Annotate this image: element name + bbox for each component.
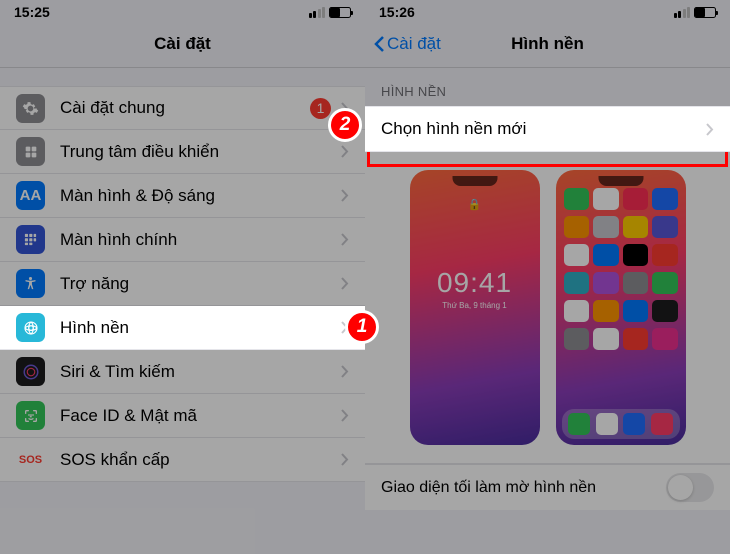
nav-bar: Cài đặt Hình nền — [365, 20, 730, 68]
dark-dim-toggle[interactable] — [666, 473, 714, 502]
chevron-left-icon — [373, 35, 385, 53]
cell-label: Chọn hình nền mới — [381, 119, 706, 139]
wallpaper-preview-area: 🔒 09:41 Thứ Ba, 9 tháng 1 — [365, 152, 730, 464]
cell-dark-dim: Giao diện tối làm mờ hình nền — [365, 464, 730, 510]
cell-label: Trợ năng — [60, 274, 341, 294]
settings-root-screen: 15:25 Cài đặt Cài đặt chung 1 Trung tâm … — [0, 0, 365, 554]
battery-icon — [694, 7, 716, 18]
lock-preview-time: 09:41 Thứ Ba, 9 tháng 1 — [410, 267, 540, 310]
cell-label: Giao diện tối làm mờ hình nền — [381, 479, 666, 497]
cell-label: Cài đặt chung — [60, 98, 310, 118]
gear-icon — [16, 94, 45, 123]
wallpaper-settings-screen: 15:26 Cài đặt Hình nền HÌNH NỀN Chọn hìn… — [365, 0, 730, 554]
chevron-right-icon — [341, 233, 349, 246]
cell-label: SOS khẩn cấp — [60, 450, 341, 470]
chevron-right-icon — [341, 365, 349, 378]
cell-display[interactable]: AA Màn hình & Độ sáng — [0, 174, 365, 218]
sliders-icon — [16, 137, 45, 166]
accessibility-icon — [16, 269, 45, 298]
cell-choose-wallpaper[interactable]: Chọn hình nền mới — [365, 106, 730, 152]
home-grid-icon — [16, 225, 45, 254]
chevron-right-icon — [341, 189, 349, 202]
cell-label: Hình nền — [60, 318, 341, 338]
page-title: Hình nền — [511, 34, 584, 54]
signal-icon — [309, 7, 326, 18]
faceid-icon — [16, 401, 45, 430]
nav-bar: Cài đặt — [0, 20, 365, 68]
chevron-right-icon — [341, 409, 349, 422]
home-screen-preview[interactable] — [556, 170, 686, 445]
lock-screen-preview[interactable]: 🔒 09:41 Thứ Ba, 9 tháng 1 — [410, 170, 540, 445]
cell-label: Face ID & Mật mã — [60, 406, 341, 426]
siri-icon — [16, 357, 45, 386]
status-bar: 15:26 — [365, 0, 730, 20]
status-indicators — [674, 7, 717, 18]
chevron-right-icon — [341, 453, 349, 466]
lock-icon: 🔒 — [410, 198, 540, 211]
display-icon: AA — [16, 181, 45, 210]
cell-label: Màn hình chính — [60, 230, 341, 250]
chevron-right-icon — [341, 145, 349, 158]
back-button[interactable]: Cài đặt — [373, 34, 441, 54]
cell-label: Màn hình & Độ sáng — [60, 186, 341, 206]
cell-accessibility[interactable]: Trợ năng — [0, 262, 365, 306]
step-marker-1: 1 — [345, 310, 379, 344]
chevron-right-icon — [341, 277, 349, 290]
wallpaper-icon — [16, 313, 45, 342]
back-label: Cài đặt — [387, 34, 441, 54]
cell-label: Trung tâm điều khiển — [60, 142, 341, 162]
chevron-right-icon — [706, 123, 714, 136]
status-time: 15:26 — [379, 4, 415, 20]
notification-badge: 1 — [310, 98, 331, 119]
cell-general[interactable]: Cài đặt chung 1 — [0, 86, 365, 130]
section-header: HÌNH NỀN — [365, 68, 730, 106]
sos-icon: SOS — [16, 445, 45, 474]
battery-icon — [329, 7, 351, 18]
status-indicators — [309, 7, 352, 18]
signal-icon — [674, 7, 691, 18]
cell-label: Siri & Tìm kiếm — [60, 362, 341, 382]
cell-control-center[interactable]: Trung tâm điều khiển — [0, 130, 365, 174]
cell-wallpaper[interactable]: Hình nền — [0, 306, 365, 350]
page-title: Cài đặt — [154, 34, 211, 54]
cell-sos[interactable]: SOS SOS khẩn cấp — [0, 438, 365, 482]
status-time: 15:25 — [14, 4, 50, 20]
cell-home-screen[interactable]: Màn hình chính — [0, 218, 365, 262]
cell-siri[interactable]: Siri & Tìm kiếm — [0, 350, 365, 394]
step-marker-2: 2 — [328, 108, 362, 142]
status-bar: 15:25 — [0, 0, 365, 20]
cell-faceid[interactable]: Face ID & Mật mã — [0, 394, 365, 438]
